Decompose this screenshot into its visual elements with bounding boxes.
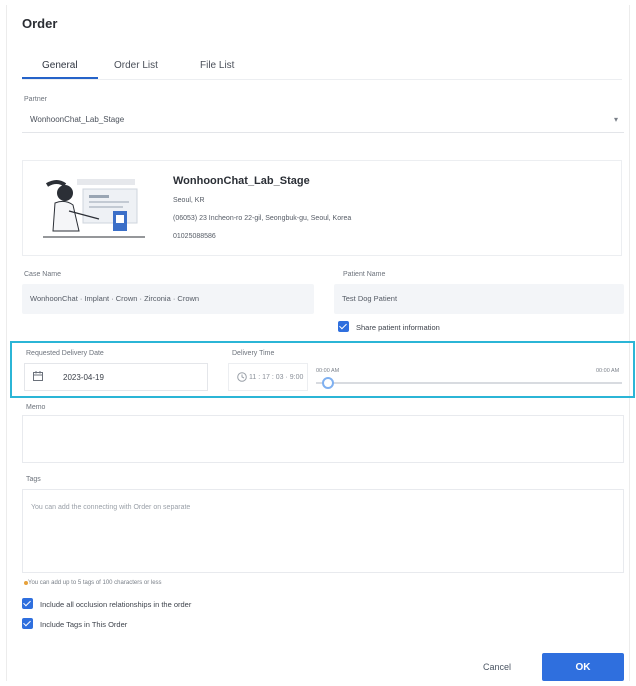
lab-illustration [43, 179, 145, 238]
include-tags-label: Include Tags in This Order [40, 620, 128, 629]
partner-value: WonhoonChat_Lab_Stage [30, 115, 125, 124]
lab-card: WonhoonChat_Lab_Stage Seoul, KR (06053) … [22, 160, 622, 256]
tags-input[interactable]: You can add the connecting with Order on… [22, 489, 624, 573]
patient-name-field[interactable]: Test Dog Patient [334, 284, 624, 314]
share-patient-label: Share patient information [356, 323, 440, 332]
cancel-button[interactable]: Cancel [474, 656, 520, 678]
slider-max-label: 00:00 AM [596, 368, 620, 374]
occlusion-label: Include all occlusion relationships in t… [40, 600, 192, 609]
delivery-date-value: 2023-04-19 [63, 373, 104, 382]
slider-min-label: 00:00 AM [316, 368, 340, 374]
dialog-title: Order [22, 16, 58, 31]
occlusion-checkbox[interactable] [22, 598, 33, 609]
tab-order-list[interactable]: Order List [114, 60, 158, 71]
lab-name: WonhoonChat_Lab_Stage [173, 175, 310, 187]
include-tags-checkbox[interactable] [22, 618, 33, 629]
partner-label: Partner [24, 96, 47, 103]
tags-note: You can add up to 5 tags of 100 characte… [28, 580, 162, 586]
tags-placeholder: You can add the connecting with Order on… [31, 504, 191, 511]
share-patient-checkbox[interactable] [338, 321, 349, 332]
patient-name-value: Test Dog Patient [342, 294, 398, 303]
delivery-date-label: Requested Delivery Date [26, 350, 104, 357]
case-name-field[interactable]: WonhoonChat · Implant · Crown · Zirconia… [22, 284, 314, 314]
lab-city: Seoul, KR [173, 197, 205, 204]
case-name-value: WonhoonChat · Implant · Crown · Zirconia… [30, 294, 200, 303]
memo-label: Memo [26, 404, 46, 411]
memo-input[interactable] [22, 415, 624, 463]
lab-address: (06053) 23 Incheon-ro 22-gil, Seongbuk-g… [173, 215, 352, 222]
delivery-time-value: 11 : 17 : 03 · 9:00 [249, 374, 304, 381]
delivery-time-label: Delivery Time [232, 350, 275, 357]
partner-select[interactable]: WonhoonChat_Lab_Stage ▾ [22, 107, 624, 133]
delivery-time-slider[interactable] [316, 382, 622, 384]
ok-button[interactable]: OK [542, 653, 624, 681]
lab-phone: 01025088586 [173, 233, 216, 240]
delivery-time-input[interactable]: 11 : 17 : 03 · 9:00 [228, 363, 308, 391]
tab-general[interactable]: General [42, 60, 78, 71]
case-name-label: Case Name [24, 271, 61, 278]
patient-name-label: Patient Name [343, 271, 386, 278]
clock-icon [237, 372, 247, 382]
tags-label: Tags [26, 476, 41, 483]
delivery-date-input[interactable]: 2023-04-19 [24, 363, 208, 391]
chevron-down-icon: ▾ [613, 115, 618, 124]
calendar-icon [33, 371, 43, 381]
tabs-divider [22, 79, 622, 80]
tab-file-list[interactable]: File List [200, 60, 234, 71]
